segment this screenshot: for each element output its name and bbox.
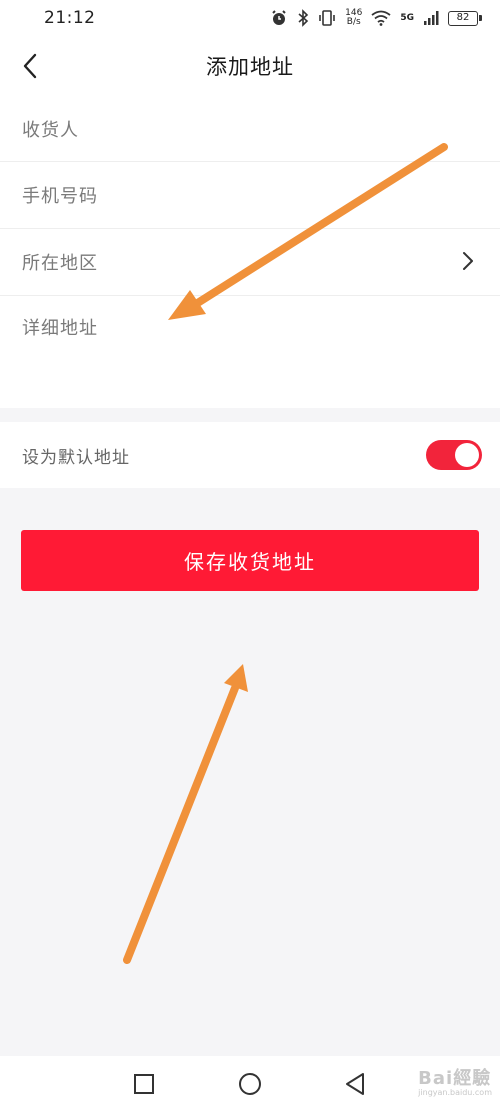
status-bar: 21:12 146 B/s 5G 82: [0, 0, 500, 36]
detail-address-field[interactable]: 详细地址: [0, 296, 500, 408]
address-form: 收货人 手机号码 所在地区 详细地址: [0, 96, 500, 408]
battery-level: 82: [456, 11, 470, 23]
detail-address-placeholder: 详细地址: [22, 318, 98, 339]
square-icon[interactable]: [131, 1071, 157, 1097]
recipient-field[interactable]: 收货人: [0, 96, 500, 162]
recipient-placeholder: 收货人: [22, 119, 79, 141]
alarm-icon: [272, 10, 286, 25]
annotation-arrow-to-save: [123, 664, 248, 964]
default-address-label: 设为默认地址: [22, 447, 130, 468]
network-type: 5G: [400, 13, 414, 23]
signal-icon: [424, 11, 439, 25]
net-speed: 146 B/s: [345, 9, 362, 27]
default-address-row: 设为默认地址: [0, 422, 500, 488]
watermark: Bai經驗 jingyan.baidu.com: [418, 1064, 492, 1097]
bluetooth-icon: [298, 9, 309, 27]
net-speed-unit: B/s: [346, 17, 361, 27]
wifi-icon: [371, 10, 391, 26]
region-label: 所在地区: [22, 253, 98, 274]
region-selector[interactable]: 所在地区: [0, 229, 500, 296]
triangle-back-icon[interactable]: [342, 1071, 368, 1097]
chevron-right-icon: [463, 252, 473, 270]
chevron-left-icon: [23, 53, 37, 79]
nav-bar: 添加地址: [0, 36, 500, 96]
circle-icon[interactable]: [237, 1071, 263, 1097]
toggle-knob: [455, 443, 479, 467]
default-address-toggle[interactable]: [426, 440, 482, 470]
status-icons: 146 B/s 5G 82: [270, 9, 482, 27]
system-nav-bar: Bai經驗 jingyan.baidu.com: [0, 1056, 500, 1111]
save-address-button[interactable]: 保存收货地址: [21, 530, 479, 591]
vibrate-icon: [319, 10, 335, 26]
watermark-text: Bai經驗: [418, 1068, 492, 1089]
page-title: 添加地址: [206, 55, 294, 79]
phone-field[interactable]: 手机号码: [0, 162, 500, 229]
watermark-sub: jingyan.baidu.com: [418, 1088, 492, 1097]
status-time: 21:12: [44, 8, 96, 28]
phone-placeholder: 手机号码: [22, 186, 98, 207]
back-button[interactable]: [14, 50, 46, 82]
battery-icon: 82: [448, 10, 482, 26]
